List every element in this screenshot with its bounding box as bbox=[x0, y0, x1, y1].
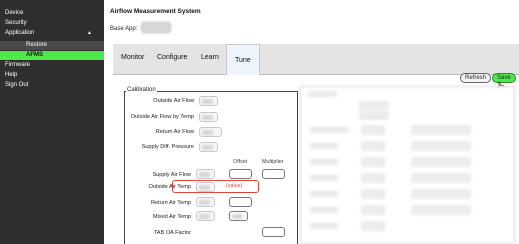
sidebar-item-device[interactable]: Device bbox=[0, 9, 104, 18]
column-header-multiplier: Multiplier bbox=[262, 159, 284, 165]
label-supply-diff-pressure: Supply Diff. Pressure bbox=[141, 144, 194, 150]
label-outside-air-flow: Outside Air Flow bbox=[153, 98, 194, 104]
label-return-air-flow: Return Air Flow bbox=[155, 129, 194, 135]
sidebar-item-label: Firmware bbox=[5, 62, 30, 68]
sidebar-item-label: Device bbox=[5, 10, 24, 16]
sidebar-item-security[interactable]: Security bbox=[0, 19, 104, 28]
calibration-legend: Calibration bbox=[126, 87, 157, 93]
mixed-air-temp-offset-input[interactable] bbox=[229, 211, 248, 221]
refresh-button[interactable]: Refresh bbox=[460, 73, 492, 83]
sidebar-item-label: Restore bbox=[26, 42, 48, 48]
supply-air-flow-value bbox=[196, 169, 215, 179]
outside-air-temp-offset-input[interactable]: (value) bbox=[226, 183, 242, 189]
page-title: Airflow Measurement System bbox=[110, 8, 201, 15]
tab-monitor[interactable]: Monitor bbox=[121, 54, 144, 61]
sidebar-item-label: AFMS bbox=[26, 52, 43, 58]
label-outside-air-flow-by-temp: Outside Air Flow by Temp bbox=[130, 114, 194, 120]
label-mixed-air-temp: Mixed Air Temp bbox=[152, 214, 191, 220]
sidebar-item-firmware[interactable]: Firmware bbox=[0, 61, 104, 70]
label-tab-oa-factor: TAB OA Factor bbox=[153, 230, 191, 236]
obscured-settings-panel bbox=[300, 86, 515, 244]
label-supply-air-flow: Supply Air Flow bbox=[152, 172, 191, 178]
tab-configure[interactable]: Configure bbox=[157, 54, 187, 61]
sidebar-item-sign-out[interactable]: Sign Out bbox=[0, 81, 104, 90]
outside-air-temp-value bbox=[196, 182, 215, 192]
sidebar-item-restore[interactable]: Restore bbox=[0, 41, 104, 50]
sidebar: Device Security Application ▲ Restore AFM… bbox=[0, 0, 104, 244]
mixed-air-temp-value bbox=[196, 211, 215, 221]
tab-tune[interactable]: Tune bbox=[226, 44, 260, 75]
supply-air-flow-multiplier-input[interactable] bbox=[262, 169, 285, 179]
sidebar-item-label: Help bbox=[5, 72, 18, 78]
sidebar-item-label: Application bbox=[5, 30, 35, 36]
sidebar-item-application[interactable]: Application ▲ bbox=[0, 29, 104, 38]
return-air-temp-value bbox=[196, 197, 215, 207]
sidebar-item-help[interactable]: Help bbox=[0, 71, 104, 80]
base-app-label: Base App: bbox=[110, 26, 138, 32]
label-outside-air-temp: Outside Air Temp bbox=[148, 184, 192, 190]
label-return-air-temp: Return Air Temp bbox=[150, 200, 191, 206]
tab-oa-factor-input[interactable] bbox=[262, 227, 285, 237]
outside-air-flow-value bbox=[199, 96, 218, 106]
return-air-temp-offset-input[interactable] bbox=[229, 197, 252, 207]
base-app-value bbox=[141, 22, 171, 33]
caret-up-icon: ▲ bbox=[87, 30, 92, 36]
tab-learn[interactable]: Learn bbox=[201, 54, 219, 61]
sidebar-item-label: Sign Out bbox=[5, 82, 29, 88]
sidebar-item-label: Security bbox=[5, 20, 27, 26]
outside-air-flow-by-temp-value bbox=[199, 112, 218, 122]
column-header-offset: Offset bbox=[233, 159, 248, 165]
return-air-flow-value bbox=[199, 127, 222, 137]
sidebar-item-afms[interactable]: AFMS bbox=[0, 51, 104, 60]
supply-air-flow-offset-input[interactable] bbox=[229, 169, 252, 179]
supply-diff-pressure-value bbox=[199, 142, 218, 152]
